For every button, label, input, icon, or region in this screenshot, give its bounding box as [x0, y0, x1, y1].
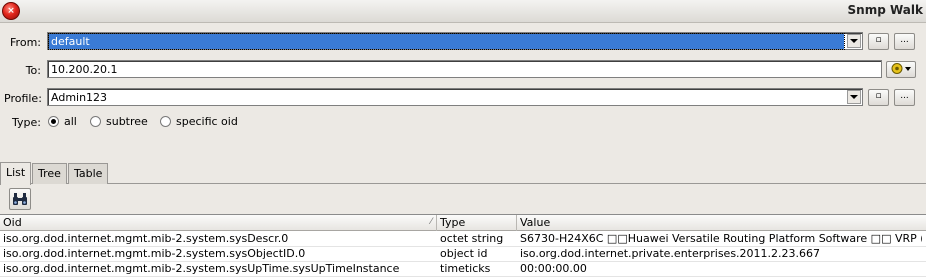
profile-more-button[interactable]: ... — [894, 89, 915, 106]
column-header-oid[interactable]: Oid ⁄ — [0, 215, 437, 231]
type-subtree-label: subtree — [106, 115, 148, 128]
cell-type: timeticks — [440, 262, 491, 275]
profile-edit-button[interactable]: ▫ — [868, 89, 889, 106]
profile-label: Profile: — [4, 92, 42, 105]
to-label: To: — [25, 64, 41, 77]
cell-value: 00:00:00.00 — [520, 262, 587, 275]
results-table: Oid ⁄ Type Value iso.org.dod.internet.mg… — [0, 214, 926, 279]
cell-oid: iso.org.dod.internet.mgmt.mib-2.system.s… — [3, 247, 306, 260]
chevron-down-icon[interactable] — [847, 34, 861, 48]
list-toolbar — [0, 184, 926, 214]
cell-oid: iso.org.dod.internet.mgmt.mib-2.system.s… — [3, 232, 289, 245]
type-all-label: all — [64, 115, 77, 128]
tab-tree[interactable]: Tree — [32, 163, 67, 184]
to-value: 10.200.20.1 — [51, 63, 118, 76]
chevron-down-icon[interactable] — [847, 90, 861, 104]
cell-value: iso.org.dod.internet.private.enterprises… — [520, 247, 821, 260]
result-tabs: List Tree Table — [0, 162, 926, 185]
from-more-button[interactable]: ... — [894, 33, 915, 50]
cell-type: octet string — [440, 232, 504, 245]
cell-oid: iso.org.dod.internet.mgmt.mib-2.system.s… — [3, 262, 400, 275]
from-combobox[interactable]: default — [47, 32, 863, 50]
table-row[interactable]: iso.org.dod.internet.mgmt.mib-2.system.s… — [0, 247, 926, 262]
from-edit-button[interactable]: ▫ — [868, 33, 889, 50]
profile-value: Admin123 — [51, 91, 108, 104]
window-title: Snmp Walk — [847, 3, 923, 17]
radio-icon — [90, 116, 101, 127]
type-radio-subtree[interactable]: subtree — [90, 115, 148, 128]
column-header-type[interactable]: Type — [437, 215, 517, 231]
tab-list[interactable]: List — [0, 162, 32, 185]
column-header-value[interactable]: Value — [517, 215, 926, 231]
radio-selected-icon — [48, 116, 59, 127]
table-row[interactable]: iso.org.dod.internet.mgmt.mib-2.system.s… — [0, 232, 926, 247]
from-value: default — [48, 33, 845, 50]
target-picker-button[interactable] — [886, 61, 916, 78]
to-field[interactable]: 10.200.20.1 — [47, 60, 882, 78]
gear-icon — [891, 63, 911, 74]
table-row[interactable]: iso.org.dod.internet.mgmt.mib-2.system.s… — [0, 262, 926, 277]
sort-icon: ⁄ — [430, 217, 432, 227]
table-header: Oid ⁄ Type Value — [0, 215, 926, 231]
type-radio-all[interactable]: all — [48, 115, 77, 128]
title-bar: × Snmp Walk — [0, 0, 926, 23]
find-button[interactable] — [9, 188, 31, 210]
profile-combobox[interactable]: Admin123 — [47, 88, 863, 106]
radio-icon — [160, 116, 171, 127]
close-icon: × — [7, 5, 15, 16]
cell-type: object id — [440, 247, 488, 260]
tab-table[interactable]: Table — [68, 163, 109, 184]
from-label: From: — [10, 36, 41, 49]
type-specific-oid-label: specific oid — [176, 115, 238, 128]
binoculars-icon — [13, 193, 27, 205]
column-oid-label: Oid — [3, 216, 22, 229]
type-radio-specific-oid[interactable]: specific oid — [160, 115, 238, 128]
close-button[interactable]: × — [2, 2, 20, 20]
cell-value: S6730-H24X6C □□Huawei Versatile Routing … — [520, 232, 922, 245]
type-label: Type: — [12, 116, 41, 129]
